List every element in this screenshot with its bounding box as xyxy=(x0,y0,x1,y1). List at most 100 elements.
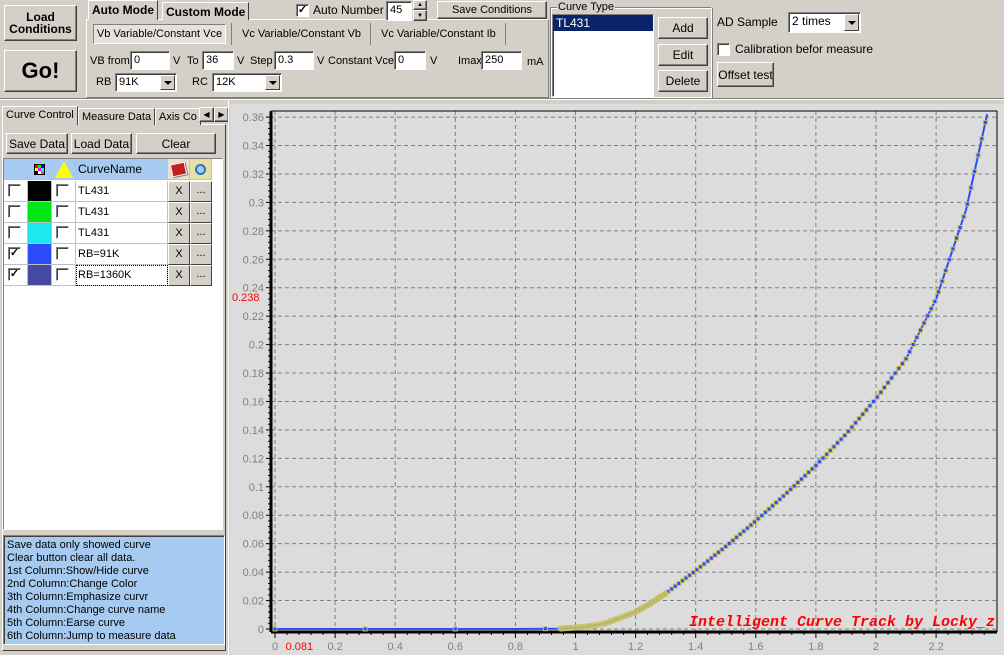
x-tick-label: 1.2 xyxy=(628,641,643,653)
curve-name-field[interactable]: RB=1360K xyxy=(76,265,168,286)
data-point-marker xyxy=(452,626,458,632)
tab-axis-control[interactable]: Axis Co xyxy=(155,108,201,125)
curve-visible-checkbox[interactable] xyxy=(8,184,21,197)
curve-name-field[interactable]: RB=91K xyxy=(76,244,168,265)
constant-vce-unit: V xyxy=(430,55,438,67)
curve-visible-checkbox[interactable]: ✓ xyxy=(8,268,21,281)
curve-visible-checkbox[interactable] xyxy=(8,205,21,218)
load-conditions-button[interactable]: Load Conditions xyxy=(4,5,77,41)
go-button[interactable]: Go! xyxy=(4,50,77,92)
x-tick-label: 2.2 xyxy=(928,641,943,653)
x-tick-label: 0.8 xyxy=(508,641,523,653)
curve-emphasize-cell xyxy=(52,202,76,223)
jump-to-data-button[interactable]: ... xyxy=(190,223,212,244)
checkmark-icon: ✓ xyxy=(297,4,308,16)
curve-emphasize-checkbox[interactable] xyxy=(56,184,69,197)
subtab-vb-variable[interactable]: Vb Variable/Constant Vce xyxy=(93,24,226,44)
toolbar-separator xyxy=(0,98,1004,100)
erase-curve-button[interactable]: X xyxy=(168,202,190,223)
constant-vce-input[interactable]: 0 xyxy=(394,51,426,70)
curve-emphasize-checkbox[interactable] xyxy=(56,226,69,239)
rb-label: RB xyxy=(96,76,112,88)
arrow-down-icon: ▼ xyxy=(417,12,423,19)
calibration-checkbox[interactable] xyxy=(717,43,730,56)
to-label: To xyxy=(187,55,199,67)
data-point-marker xyxy=(954,235,960,241)
curve-color-swatch[interactable] xyxy=(28,202,52,223)
tab-curve-control[interactable]: Curve Control xyxy=(2,106,78,125)
y-tick-label: 0.16 xyxy=(243,396,264,408)
jump-to-data-button[interactable]: ... xyxy=(190,202,212,223)
curve-color-swatch[interactable] xyxy=(28,181,52,202)
curve-name-field[interactable]: TL431 xyxy=(76,181,168,202)
vb-from-input[interactable]: 0 xyxy=(130,51,170,70)
spin-down-button[interactable]: ▼ xyxy=(413,10,427,21)
curve-name-field[interactable]: TL431 xyxy=(76,202,168,223)
cursor-y-label: 0.238 xyxy=(232,292,260,304)
tab-custom-mode[interactable]: Custom Mode xyxy=(162,2,250,20)
subtab-vc-variable-vb[interactable]: Vc Variable/Constant Vb xyxy=(242,27,361,41)
curve-type-label: Curve Type xyxy=(557,0,616,14)
imax-input[interactable]: 250 xyxy=(481,51,522,70)
ad-sample-select[interactable]: 2 times xyxy=(788,12,861,33)
step-input[interactable]: 0.3 xyxy=(274,51,314,70)
help-line: 1st Column:Show/Hide curve xyxy=(7,565,149,577)
y-tick-label: 0.34 xyxy=(243,141,264,153)
save-conditions-label: Save Conditions xyxy=(451,4,533,16)
curve-name-field[interactable]: TL431 xyxy=(76,223,168,244)
data-point-marker xyxy=(849,424,855,430)
add-button[interactable]: Add xyxy=(658,17,708,39)
save-conditions-button[interactable]: Save Conditions xyxy=(437,1,547,19)
tab-scroll-left-button[interactable]: ◀ xyxy=(199,107,214,122)
subtab-divider xyxy=(231,23,232,45)
tab-scroll-right-button[interactable]: ▶ xyxy=(214,107,229,122)
curve-visible-checkbox[interactable] xyxy=(8,226,21,239)
save-data-button[interactable]: Save Data xyxy=(6,133,68,154)
jump-to-data-button[interactable]: ... xyxy=(190,265,212,286)
jump-to-data-button[interactable]: ... xyxy=(190,181,212,202)
curve-emphasize-checkbox[interactable] xyxy=(56,247,69,260)
load-data-button[interactable]: Load Data xyxy=(71,133,132,154)
curve-color-swatch[interactable] xyxy=(28,244,52,265)
clear-button[interactable]: Clear xyxy=(136,133,216,154)
curve-emphasize-checkbox[interactable] xyxy=(56,205,69,218)
tab-measure-data[interactable]: Measure Data xyxy=(78,108,156,125)
to-input[interactable]: 36 xyxy=(202,51,234,70)
y-tick-label: 0.32 xyxy=(243,169,264,181)
rc-select[interactable]: 12K xyxy=(212,73,282,92)
y-tick-label: 0.26 xyxy=(243,254,264,266)
subtab-vc-variable-ib[interactable]: Vc Variable/Constant Ib xyxy=(381,27,496,41)
y-tick-label: 0.1 xyxy=(249,482,264,494)
erase-curve-button[interactable]: X xyxy=(168,265,190,286)
y-tick-label: 0.28 xyxy=(243,226,264,238)
data-point-marker xyxy=(910,341,916,347)
curve-color-swatch[interactable] xyxy=(28,223,52,244)
rb-select[interactable]: 91K xyxy=(115,73,177,92)
curve-visible-checkbox[interactable]: ✓ xyxy=(8,247,21,260)
ad-sample-label: AD Sample xyxy=(717,15,778,29)
delete-button[interactable]: Delete xyxy=(658,70,708,92)
spin-up-button[interactable]: ▲ xyxy=(413,0,427,10)
erase-curve-button[interactable]: X xyxy=(168,181,190,202)
edit-button[interactable]: Edit xyxy=(658,44,708,66)
erase-curve-button[interactable]: X xyxy=(168,244,190,265)
curve-chart[interactable]: 0 0.02 0.04 0.06 0.08 0.1 0.12 0.14 0.16 0.18 0.2 0… xyxy=(228,104,1004,655)
delete-label: Delete xyxy=(665,74,701,88)
curve-emphasize-checkbox[interactable] xyxy=(56,268,69,281)
auto-number-checkbox[interactable]: ✓ xyxy=(296,4,309,17)
erase-curve-button[interactable]: X xyxy=(168,223,190,244)
curve-type-list[interactable]: TL431 xyxy=(552,14,654,97)
offset-test-button[interactable]: Offset test xyxy=(717,62,774,87)
curve-type-item[interactable]: TL431 xyxy=(553,15,653,31)
jump-to-data-button[interactable]: ... xyxy=(190,244,212,265)
x-tick-label: 0.6 xyxy=(448,641,463,653)
chevron-down-icon[interactable] xyxy=(844,14,859,31)
data-point-marker xyxy=(881,384,887,390)
tab-auto-mode[interactable]: Auto Mode xyxy=(88,0,158,20)
x-tick-label: 1.8 xyxy=(808,641,823,653)
chevron-down-icon[interactable] xyxy=(265,75,280,90)
data-point-marker xyxy=(950,246,956,252)
curve-color-swatch[interactable] xyxy=(28,265,52,286)
auto-number-input[interactable]: 45 xyxy=(386,1,412,21)
chevron-down-icon[interactable] xyxy=(160,75,175,90)
